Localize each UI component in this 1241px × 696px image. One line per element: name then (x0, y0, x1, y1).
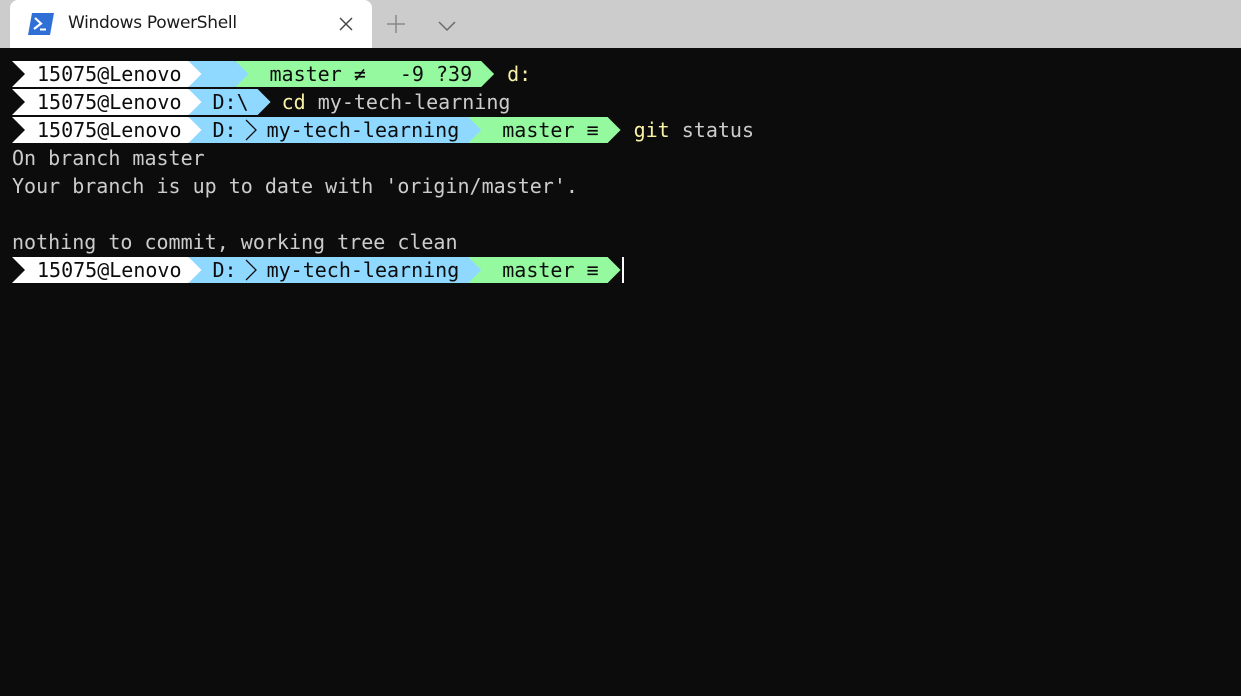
user-segment: 15075@Lenovo (12, 61, 202, 87)
edit-icon (380, 65, 400, 83)
user-host: 15075@Lenovo (37, 118, 182, 142)
chevron-down-icon[interactable] (438, 17, 456, 32)
home-icon (213, 67, 227, 81)
path-segment: D: my-tech-learning (189, 117, 482, 143)
git-status: ≠ (353, 62, 366, 86)
git-branch-icon (490, 260, 502, 280)
git-branch: master (502, 118, 575, 142)
path-separator-icon (245, 119, 257, 141)
git-branch-icon (490, 120, 502, 140)
drive: D: (212, 258, 237, 282)
git-branch: master (502, 258, 575, 282)
command-input: git status (608, 116, 754, 144)
user-segment: 15075@Lenovo (12, 257, 202, 283)
git-segment: master ≡ (468, 117, 620, 143)
plus-icon[interactable] (386, 14, 406, 34)
tab-bar: Windows PowerShell (0, 0, 1241, 48)
text-cursor[interactable] (621, 257, 624, 283)
command: cd (281, 90, 306, 114)
close-icon[interactable] (338, 16, 354, 32)
folder: my-tech-learning (266, 118, 460, 142)
git-branch: master (269, 62, 342, 86)
prompt-line: 15075@Lenovo D: my-tech-learning master ≡ (12, 256, 624, 284)
drive: D: (212, 118, 237, 142)
tab-title: Windows PowerShell (68, 13, 237, 33)
git-status: ≡ (586, 258, 599, 282)
git-changes: -9 ?39 (399, 62, 473, 86)
command-args: my-tech-learning (305, 90, 511, 114)
git-segment: master ≡ (468, 257, 620, 283)
git-segment: master ≠ -9 ?39 (236, 61, 495, 87)
path-separator-icon (245, 259, 257, 281)
git-branch-icon (258, 64, 270, 84)
prompt-line: 15075@Lenovo D:\ cd my-tech-learning (12, 88, 519, 116)
user-host: 15075@Lenovo (37, 90, 182, 114)
command-segment: cd my-tech-learning (258, 89, 533, 115)
command: d: (507, 62, 532, 86)
path-segment: D: my-tech-learning (189, 257, 482, 283)
folder: my-tech-learning (266, 258, 460, 282)
output-line: On branch master (12, 146, 205, 170)
user-host: 15075@Lenovo (37, 258, 182, 282)
prompt-line: 15075@Lenovo master ≠ -9 ?39 d: (12, 60, 531, 88)
powershell-icon (28, 13, 54, 35)
user-host: 15075@Lenovo (37, 62, 182, 86)
git-status: ≡ (586, 118, 599, 142)
user-segment: 15075@Lenovo (12, 89, 202, 115)
output-line: Your branch is up to date with 'origin/m… (12, 174, 578, 198)
output-line: nothing to commit, working tree clean (12, 230, 458, 254)
user-segment: 15075@Lenovo (12, 117, 202, 143)
terminal-area[interactable]: 15075@Lenovo master ≠ -9 ?39 d: 15075@Le… (0, 48, 1241, 696)
command-args: status (669, 118, 755, 142)
path: D:\ (212, 90, 249, 114)
command: git (633, 118, 670, 142)
tab-windows-powershell[interactable]: Windows PowerShell (10, 0, 372, 48)
prompt-line: 15075@Lenovo D: my-tech-learning master ≡… (12, 116, 754, 144)
